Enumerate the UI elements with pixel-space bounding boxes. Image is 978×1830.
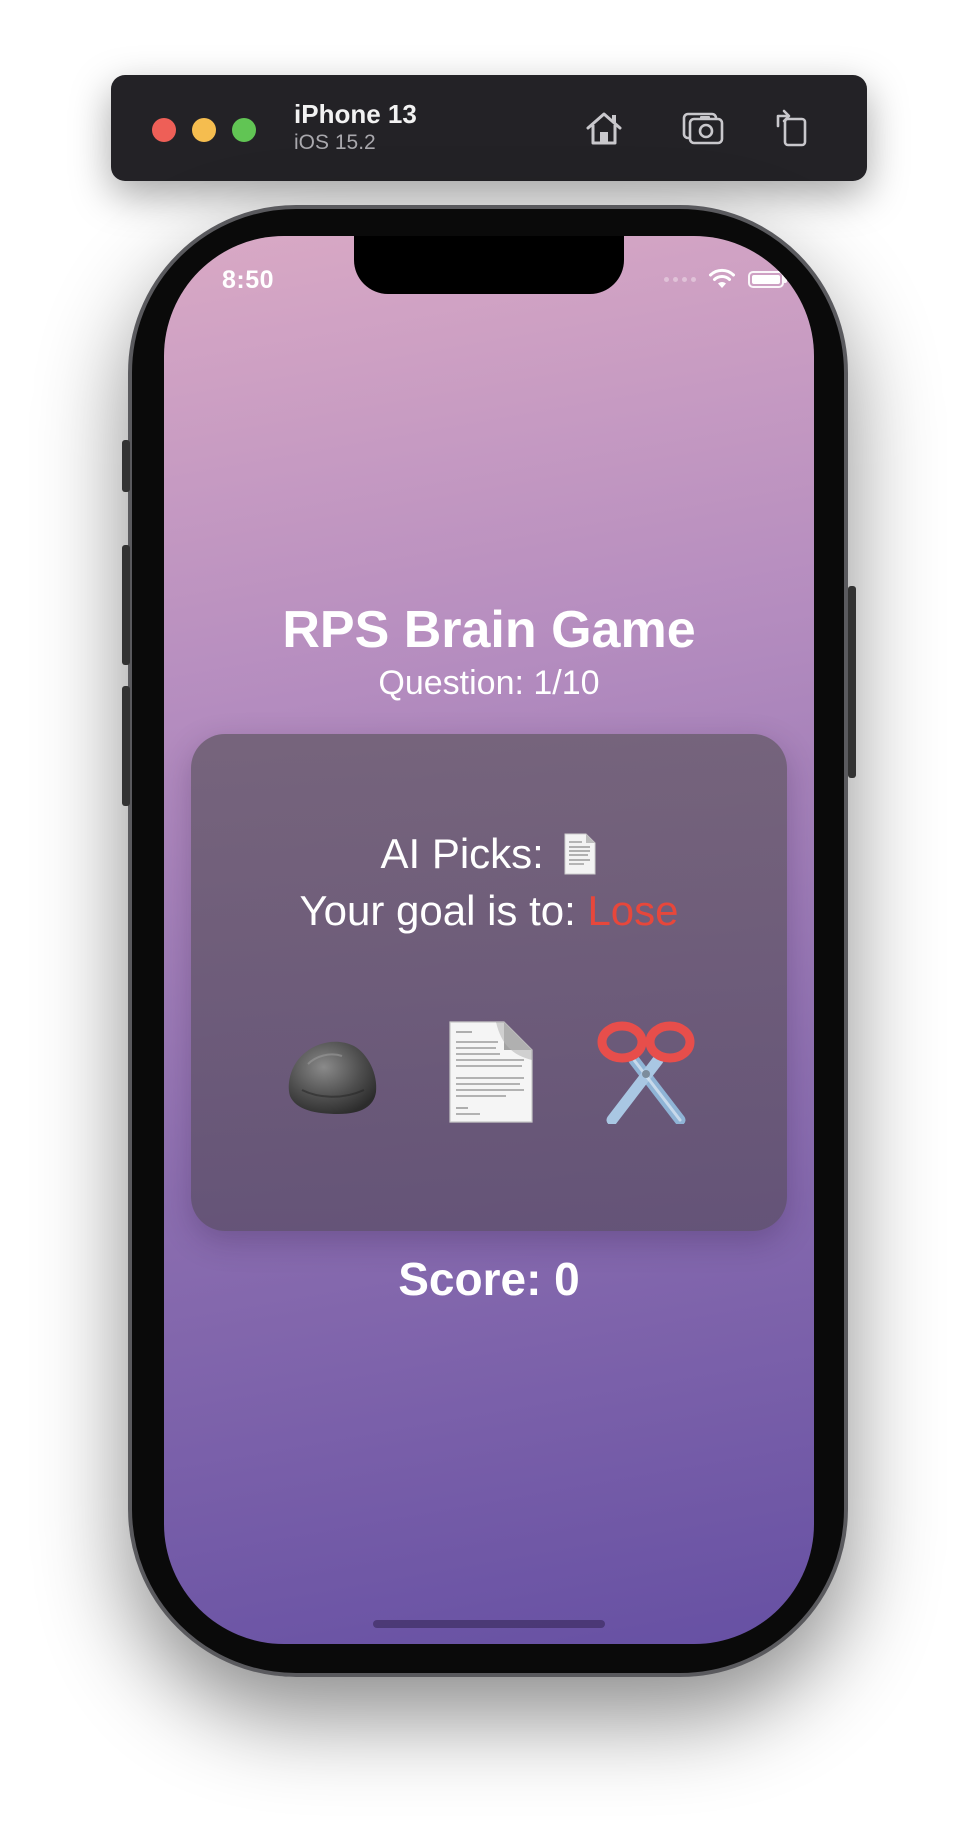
goal-line: Your goal is to: Lose xyxy=(191,887,787,935)
simulator-toolbar: iPhone 13 iOS 15.2 xyxy=(111,75,867,181)
power-button xyxy=(848,586,856,778)
device-name: iPhone 13 xyxy=(294,99,417,129)
choices-row xyxy=(191,1017,787,1127)
rotate-icon xyxy=(776,109,807,147)
status-time: 8:50 xyxy=(222,266,275,294)
scissors-icon xyxy=(597,1021,695,1124)
status-icons xyxy=(664,268,787,290)
paper-icon xyxy=(449,1021,533,1123)
paper-button[interactable] xyxy=(436,1017,546,1127)
battery-icon xyxy=(748,270,787,288)
volume-up-button xyxy=(122,545,130,665)
home-button[interactable] xyxy=(581,105,627,151)
game-title: RPS Brain Game xyxy=(282,601,696,659)
rock-button[interactable] xyxy=(277,1017,387,1127)
os-version: iOS 15.2 xyxy=(294,131,376,154)
mute-switch xyxy=(122,440,130,492)
wifi-icon xyxy=(709,268,735,288)
screenshot-button[interactable] xyxy=(680,105,726,151)
volume-down-button xyxy=(122,686,130,806)
ai-picks-label: AI Picks: xyxy=(380,830,544,877)
screenshot-icon xyxy=(682,112,724,145)
home-indicator[interactable] xyxy=(373,1620,605,1628)
close-window-button[interactable] xyxy=(152,118,176,142)
goal-value: Lose xyxy=(587,887,679,934)
rock-icon xyxy=(288,1041,377,1114)
phone-screen: 8:50 RPS Brain Game Question: 1/10 AI Pi… xyxy=(164,236,814,1644)
cellular-signal-icon xyxy=(664,276,696,282)
game-card: AI Picks: Your goal is to: Lose xyxy=(191,734,787,1231)
home-icon xyxy=(586,112,622,145)
ai-pick-line: AI Picks: xyxy=(191,830,787,878)
question-counter: Question: 1/10 xyxy=(378,664,600,702)
notch xyxy=(354,236,624,294)
rotate-button[interactable] xyxy=(769,105,815,151)
goal-label: Your goal is to: xyxy=(299,887,576,934)
score-label: Score: 0 xyxy=(398,1253,580,1305)
minimize-window-button[interactable] xyxy=(192,118,216,142)
zoom-window-button[interactable] xyxy=(232,118,256,142)
scissors-button[interactable] xyxy=(591,1017,701,1127)
paper-document-icon xyxy=(564,833,596,875)
simulator-window: iPhone 13 iOS 15.2 8:50 RPS Brain Game Q… xyxy=(0,0,978,1830)
